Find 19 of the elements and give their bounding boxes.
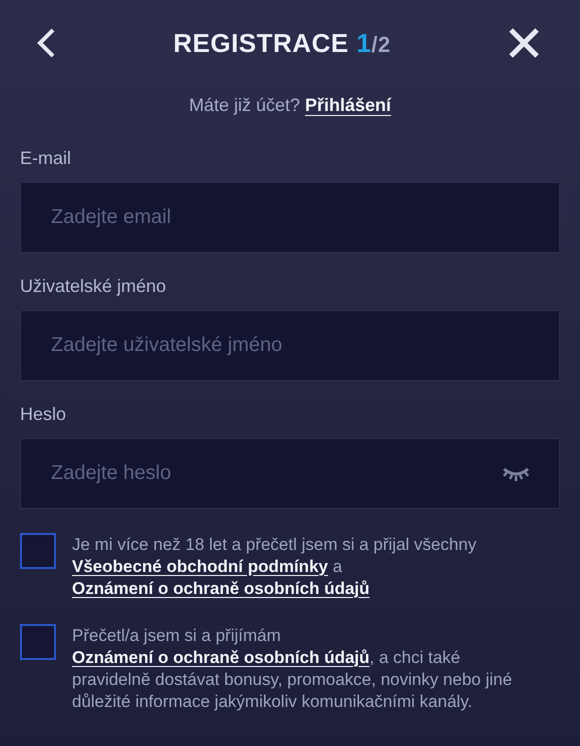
input-field[interactable]: Zadejte email [20, 182, 560, 253]
page-title: REGISTRACE 1/2 [173, 26, 391, 60]
field-label: Uživatelské jméno [20, 275, 168, 298]
password-field[interactable]: Zadejte heslo [20, 438, 560, 509]
checkbox[interactable] [20, 624, 56, 660]
closed-eye-icon[interactable] [502, 466, 530, 482]
field-label: Heslo [20, 403, 68, 426]
back-icon[interactable] [36, 27, 56, 59]
input-field[interactable]: Zadejte uživatelské jméno [20, 310, 560, 381]
checkbox[interactable] [20, 533, 56, 569]
login-link[interactable]: Přihlášení [305, 95, 392, 115]
terms-link[interactable]: Oznámení o ochraně osobních údajů [72, 648, 370, 667]
consent-text: Je mi více než 18 let a přečetl jsem si a přijal všechny Všeobecné obchodní podmínky a Oznámení o ochraně osobních údajů [72, 534, 478, 600]
terms-link[interactable]: Oznámení o ochraně osobních údajů [72, 579, 370, 598]
consent-text: Přečetl/a jsem si a přijímám Oznámení o ochraně osobních údajů, a chci také pravidelně dostávat bonusy, promoakce, novinky nebo jiné důležité informace jakýmikoliv komunikačními kanály. [72, 625, 514, 713]
close-icon[interactable] [508, 27, 540, 59]
terms-link[interactable]: Všeobecné obchodní podmínky [72, 557, 328, 576]
field-label: E-mail [20, 147, 72, 170]
login-prompt-text: Máte již účet? [188, 95, 300, 115]
